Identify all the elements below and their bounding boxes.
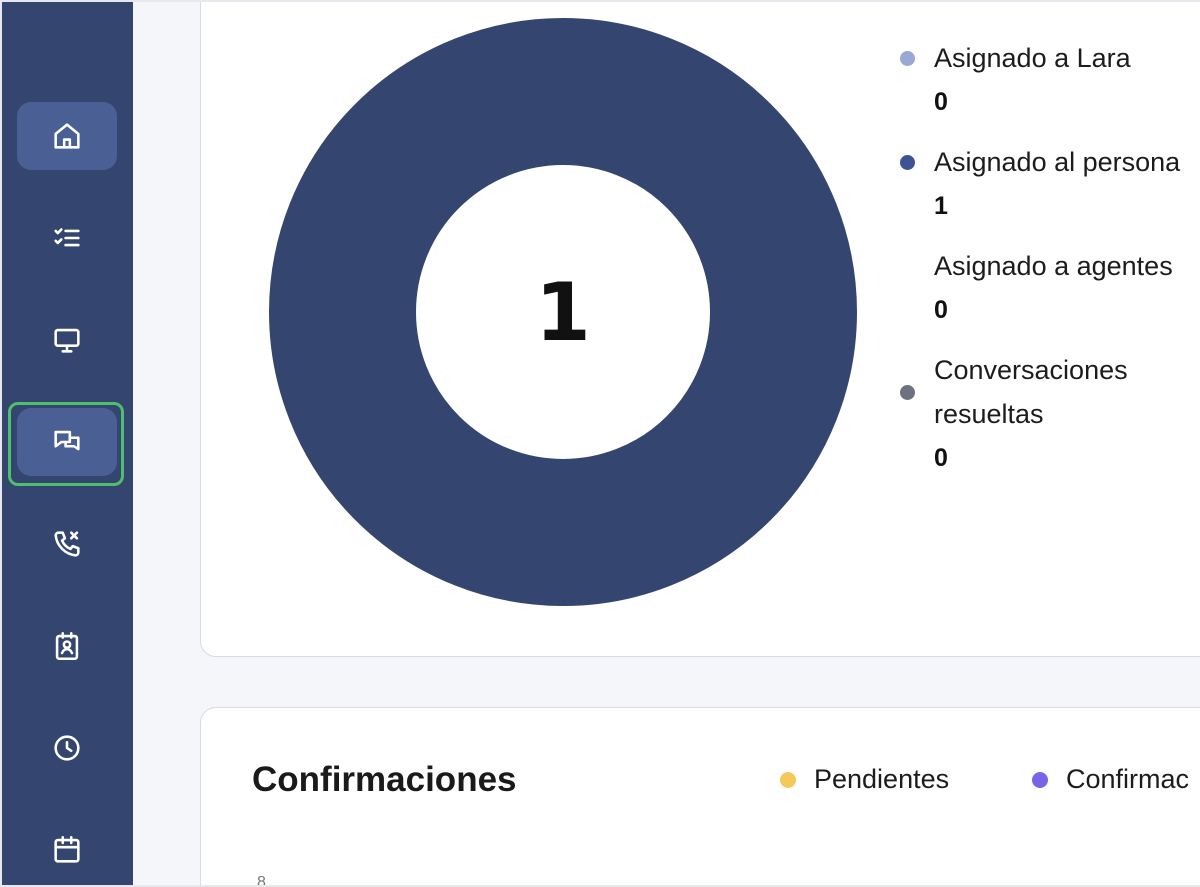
axis-tick-label: 8 <box>257 874 266 885</box>
legend-value: 0 <box>934 88 948 116</box>
legend-dot <box>1032 771 1048 788</box>
calendar-icon <box>54 835 80 863</box>
legend-item-resueltas: Conversaciones resueltas 0 <box>900 348 1200 480</box>
legend-label: Confirmac <box>1066 764 1190 794</box>
legend-item-pendientes: Pendientes <box>780 764 949 795</box>
sidebar-item-calendar[interactable] <box>17 816 117 884</box>
home-icon <box>54 123 80 149</box>
sidebar-item-tasks[interactable] <box>17 204 117 272</box>
sidebar-item-monitor[interactable] <box>17 306 117 374</box>
sidebar-item-home[interactable] <box>17 102 117 170</box>
sidebar-item-conversations[interactable] <box>17 408 117 476</box>
sidebar-item-missed-calls[interactable] <box>17 510 117 578</box>
legend-dot <box>900 259 915 274</box>
phone-missed-icon <box>54 531 80 557</box>
app-window: 1 Asignado a Lara 0 Asignado al persona … <box>2 2 1200 885</box>
legend-label: Asignado al persona <box>934 147 1181 177</box>
confirmaciones-title: Confirmaciones <box>252 760 517 799</box>
conversations-legend: Asignado a Lara 0 Asignado al persona 1 … <box>900 36 1200 480</box>
monitor-icon <box>54 328 80 353</box>
legend-label: Pendientes <box>814 764 950 794</box>
legend-item-agentes: Asignado a agentes 0 <box>900 244 1200 348</box>
legend-dot <box>900 155 915 170</box>
legend-value: 0 <box>934 444 948 472</box>
legend-dot <box>780 771 796 788</box>
legend-dot <box>900 51 915 66</box>
sidebar <box>2 2 133 885</box>
legend-label: Asignado a agentes <box>934 251 1173 281</box>
legend-item-lara: Asignado a Lara 0 <box>900 36 1200 140</box>
conversations-donut-chart: 1 <box>269 18 857 606</box>
legend-label: Asignado a Lara <box>934 43 1131 73</box>
contact-badge-icon <box>55 631 79 661</box>
sidebar-item-contacts[interactable] <box>17 612 117 680</box>
checklist-icon <box>54 228 80 247</box>
legend-item-personal: Asignado al persona 1 <box>900 140 1200 244</box>
legend-value: 0 <box>934 296 948 324</box>
sidebar-item-history[interactable] <box>17 714 117 782</box>
legend-label: Conversaciones resueltas <box>934 355 1128 429</box>
legend-value: 1 <box>934 192 948 220</box>
clock-icon <box>54 735 80 761</box>
chat-bubbles-icon <box>54 430 80 451</box>
legend-dot <box>900 385 915 400</box>
legend-item-confirmadas: Confirmac <box>1032 764 1189 795</box>
donut-total: 1 <box>535 265 591 359</box>
